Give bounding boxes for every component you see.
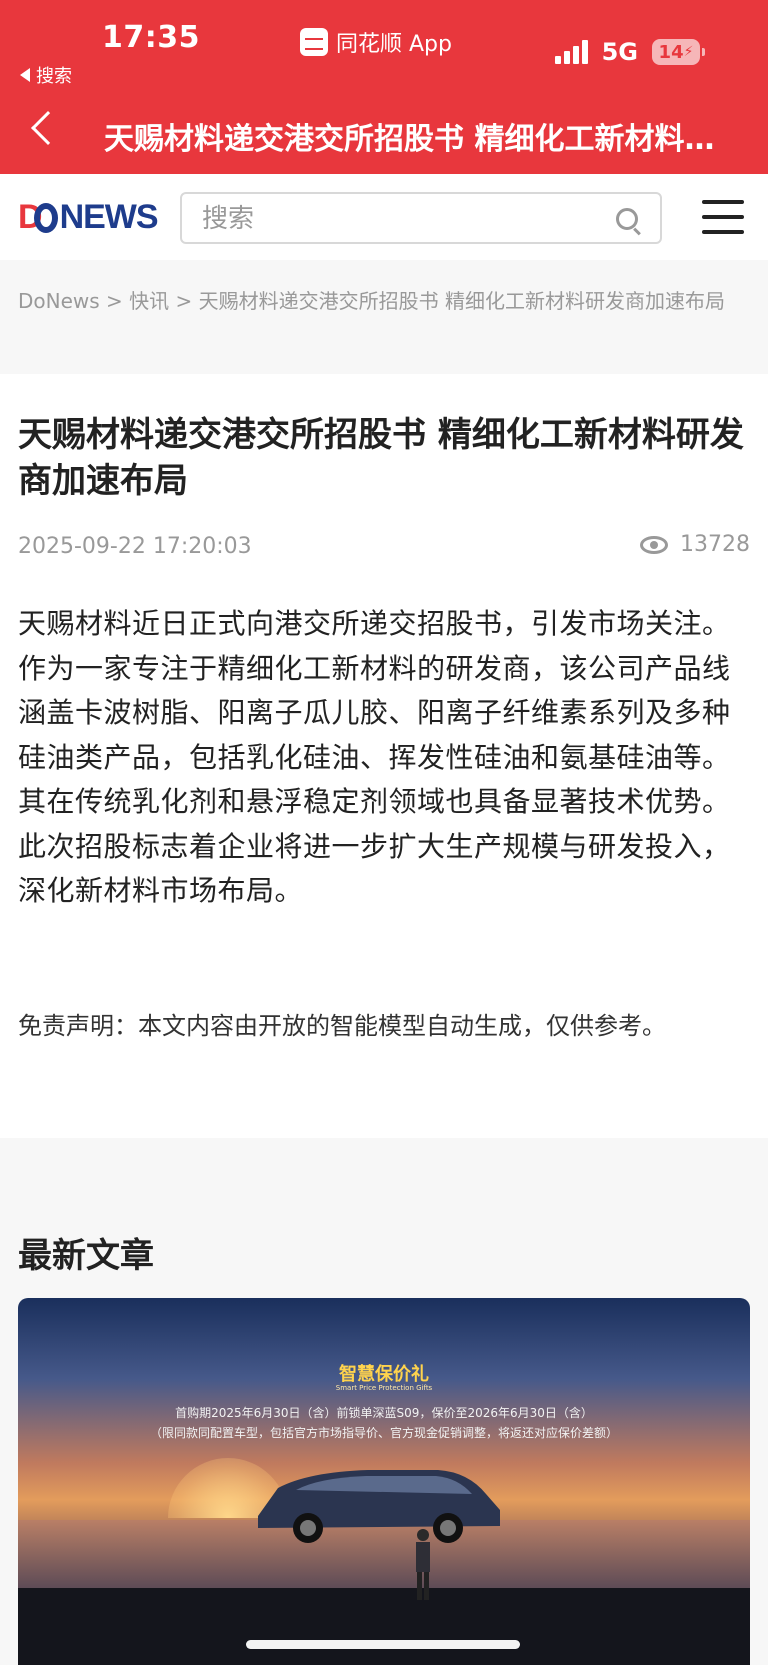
article-date: 2025-09-22 17:20:03 bbox=[18, 534, 252, 559]
disclaimer: 免责声明：本文内容由开放的智能模型自动生成，仅供参考。 bbox=[18, 1012, 666, 1040]
app-top-bar: 17:35 搜索 同花顺 App 5G 14 ⚡ 天赐材料递交港交所招股书 精细化… bbox=[0, 0, 768, 174]
promo-subtitle: Smart Price Protection Gifts bbox=[335, 1384, 433, 1392]
promo-title: 智慧保价礼 bbox=[339, 1364, 429, 1385]
suv-image bbox=[258, 1470, 500, 1543]
search-input[interactable] bbox=[202, 202, 592, 236]
latest-article-card[interactable]: 智慧保价礼 Smart Price Protection Gifts 首购期20… bbox=[18, 1298, 750, 1665]
battery-level: 14 bbox=[658, 41, 684, 63]
back-to-app-link[interactable]: 搜索 bbox=[20, 62, 72, 88]
logo-news: NEWS bbox=[59, 198, 159, 236]
eye-icon bbox=[640, 535, 668, 554]
back-arrow-icon[interactable] bbox=[31, 111, 65, 145]
breadcrumb[interactable]: DoNews > 快讯 > 天赐材料递交港交所招股书 精细化工新材料研发商加速布… bbox=[18, 286, 748, 316]
article-title: 天赐材料递交港交所招股书 精细化工新材料研发商加速布局 bbox=[18, 415, 744, 501]
nav-title: 天赐材料递交港交所招股书 精细化工新材料… bbox=[104, 122, 715, 157]
site-header: D NEWS bbox=[0, 174, 768, 260]
battery-icon: 14 ⚡ bbox=[652, 39, 705, 65]
status-icons: 5G 14 ⚡ bbox=[554, 38, 705, 66]
article-body: 天赐材料近日正式向港交所递交招股书，引发市场关注。作为一家专注于精细化工新材料的… bbox=[18, 607, 731, 907]
signal-icon bbox=[554, 40, 588, 64]
hamburger-menu-icon[interactable] bbox=[702, 200, 744, 234]
home-indicator[interactable] bbox=[246, 1640, 520, 1649]
search-box[interactable] bbox=[180, 192, 662, 244]
app-name: 同花顺 App bbox=[336, 32, 452, 57]
article: 天赐材料递交港交所招股书 精细化工新材料研发商加速布局 2025-09-22 1… bbox=[0, 374, 768, 1138]
donews-logo[interactable]: D NEWS bbox=[18, 198, 159, 237]
network-label: 5G bbox=[601, 38, 638, 66]
presenter-figure bbox=[416, 1529, 430, 1600]
article-views: 13728 bbox=[640, 532, 750, 557]
logo-o-icon bbox=[33, 202, 58, 233]
stage-graphic bbox=[18, 1588, 750, 1665]
back-app-label: 搜索 bbox=[36, 66, 72, 87]
latest-heading: 最新文章 bbox=[18, 1236, 154, 1276]
app-logo-icon bbox=[300, 28, 328, 56]
search-icon[interactable] bbox=[616, 208, 638, 230]
status-time: 17:35 bbox=[102, 20, 200, 55]
promo-line-2: （限同款同配置车型，包括官方市场指导价、官方现金促销调整，将返还对应保价差额） bbox=[149, 1426, 618, 1440]
promo-line-1: 首购期2025年6月30日（含）前锁单深蓝S09，保价至2026年6月30日（含… bbox=[175, 1406, 593, 1420]
views-count: 13728 bbox=[680, 532, 750, 557]
back-triangle-icon bbox=[20, 68, 30, 82]
current-app-indicator: 同花顺 App bbox=[300, 26, 452, 58]
